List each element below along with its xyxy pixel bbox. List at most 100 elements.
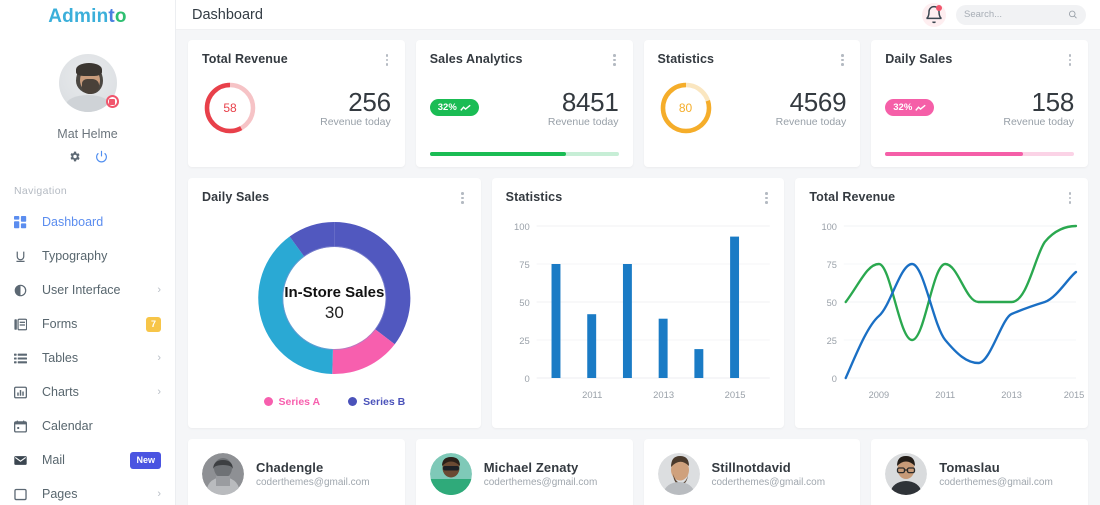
- grid-icon: [14, 215, 34, 229]
- gauge-value: 58: [223, 100, 237, 115]
- donut-center-value: 30: [325, 303, 344, 322]
- chart-card-statistics: Statistics 100 75 50 25 0 2011 2013 2015: [491, 178, 785, 428]
- search-box[interactable]: [956, 4, 1086, 25]
- card-menu-button[interactable]: [761, 190, 771, 206]
- contact-name: Tomaslau: [939, 460, 1000, 475]
- stat-card-sales-analytics: Sales Analytics 32% 8451 Revenue today: [415, 40, 633, 167]
- sidebar: Admin t o Mat Helme Navigation Dashboard…: [0, 0, 176, 505]
- sidebar-item-pages[interactable]: Pages ›: [0, 477, 175, 505]
- sidebar-item-label: Typography: [42, 249, 108, 263]
- stat-value: 4569: [789, 86, 847, 117]
- gear-icon[interactable]: [68, 150, 81, 163]
- brand-logo[interactable]: Admin t o: [0, 0, 175, 30]
- card-menu-button[interactable]: [610, 52, 620, 68]
- card-title: Total Revenue: [202, 52, 288, 66]
- svg-text:50: 50: [827, 297, 837, 307]
- contact-name: Stillnotdavid: [711, 460, 791, 475]
- donut-center-label: In-Store Sales: [284, 284, 384, 301]
- chart-card-daily-sales: Daily Sales In-Store Sales 30 Series A S…: [188, 178, 481, 428]
- card-menu-button[interactable]: [1065, 52, 1075, 68]
- legend-color-dot: [348, 397, 358, 406]
- sidebar-badge-forms: 7: [145, 316, 161, 332]
- chevron-right-icon: ›: [157, 284, 161, 296]
- legend-label: Series A: [278, 395, 321, 408]
- sidebar-item-forms[interactable]: Forms 7: [0, 307, 175, 341]
- power-icon[interactable]: [95, 150, 108, 163]
- legend-item[interactable]: Series A: [263, 395, 321, 408]
- stat-card-daily-sales: Daily Sales 32% 158 Revenue today: [871, 40, 1088, 167]
- sidebar-nav: Dashboard Typography User Interface › Fo…: [0, 205, 175, 505]
- trend-up-icon: [460, 104, 471, 111]
- gauge-statistics: 80: [658, 80, 714, 136]
- card-menu-button[interactable]: [837, 52, 847, 68]
- card-title: Total Revenue: [809, 190, 896, 204]
- progress-bar: [429, 152, 619, 156]
- search-icon[interactable]: [1068, 9, 1078, 20]
- trend-up-icon: [915, 104, 926, 111]
- contrast-icon: [14, 284, 34, 297]
- sidebar-item-charts[interactable]: Charts ›: [0, 375, 175, 409]
- svg-text:100: 100: [514, 221, 530, 232]
- sidebar-item-label: Pages: [42, 487, 78, 501]
- sidebar-item-label: User Interface: [42, 283, 121, 297]
- stat-card-total-revenue: Total Revenue 58 256 Revenue today: [188, 40, 405, 167]
- sidebar-item-label: Charts: [42, 385, 79, 399]
- legend-color-dot: [263, 397, 273, 406]
- svg-text:2015: 2015: [724, 389, 745, 400]
- card-title: Statistics: [657, 52, 715, 66]
- line-chart: 100 75 50 25 0 2009 2011 2013 2015: [795, 206, 1088, 418]
- stat-subtitle: Revenue today: [320, 115, 391, 128]
- sidebar-item-mail[interactable]: Mail New: [0, 443, 175, 477]
- chevron-right-icon: ›: [157, 386, 161, 398]
- legend-item[interactable]: Series B: [348, 396, 405, 408]
- table-icon: [14, 352, 34, 365]
- trend-pill: 32%: [429, 99, 479, 116]
- pill-label: 32%: [893, 102, 913, 113]
- charts-row: Daily Sales In-Store Sales 30 Series A S…: [188, 178, 1089, 428]
- sidebar-item-dashboard[interactable]: Dashboard: [0, 205, 175, 239]
- sidebar-item-label: Mail: [42, 453, 65, 467]
- svg-text:0: 0: [832, 373, 837, 383]
- sidebar-item-calendar[interactable]: Calendar: [0, 409, 175, 443]
- svg-text:2013: 2013: [1002, 389, 1023, 399]
- search-input[interactable]: [964, 9, 1065, 20]
- sidebar-badge-mail: New: [130, 451, 161, 469]
- card-menu-button[interactable]: [1065, 190, 1075, 206]
- sidebar-item-user-interface[interactable]: User Interface ›: [0, 273, 175, 307]
- app-root: Admin t o Mat Helme Navigation Dashboard…: [0, 0, 1100, 505]
- card-menu-button[interactable]: [458, 190, 468, 206]
- card-title: Sales Analytics: [429, 52, 523, 66]
- sidebar-item-label: Forms: [42, 317, 78, 331]
- stat-subtitle: Revenue today: [1003, 115, 1074, 128]
- mail-icon: [14, 454, 34, 467]
- avatar-wrapper[interactable]: [58, 54, 119, 112]
- stat-subtitle: Revenue today: [547, 115, 619, 128]
- stat-value: 8451: [561, 86, 619, 117]
- trend-pill: 32%: [885, 99, 935, 116]
- notifications-button[interactable]: [922, 2, 946, 27]
- donut-chart: In-Store Sales 30 Series A Series B: [188, 206, 481, 418]
- main-area: Dashboard Search... Total Revenue 58 256…: [176, 0, 1100, 505]
- svg-text:100: 100: [822, 221, 837, 231]
- contact-card[interactable]: Chadengle coderthemes@gmail.com: [188, 439, 405, 505]
- contact-card[interactable]: Michael Zenaty coderthemes@gmail.com: [415, 439, 633, 505]
- sidebar-item-label: Dashboard: [42, 215, 104, 229]
- contact-card[interactable]: Stillnotdavid coderthemes@gmail.com: [643, 439, 861, 505]
- contact-card[interactable]: Tomaslau coderthemes@gmail.com: [871, 439, 1088, 505]
- sidebar-item-tables[interactable]: Tables ›: [0, 341, 175, 375]
- svg-text:2009: 2009: [869, 389, 890, 399]
- brand-part-1: Admin: [48, 6, 109, 27]
- pages-icon: [14, 488, 34, 501]
- card-title: Statistics: [505, 190, 563, 204]
- forms-icon: [14, 318, 34, 331]
- sidebar-item-typography[interactable]: Typography: [0, 239, 175, 273]
- dashboard-content: Total Revenue 58 256 Revenue today Sales…: [176, 30, 1100, 505]
- status-badge: [105, 95, 119, 108]
- page-title: Dashboard: [192, 6, 263, 23]
- card-menu-button[interactable]: [382, 52, 392, 68]
- contact-email: coderthemes@gmail.com: [483, 477, 598, 488]
- profile-name: Mat Helme: [57, 127, 118, 141]
- pill-label: 32%: [437, 102, 457, 113]
- svg-text:25: 25: [519, 335, 529, 346]
- avatar: [885, 453, 928, 495]
